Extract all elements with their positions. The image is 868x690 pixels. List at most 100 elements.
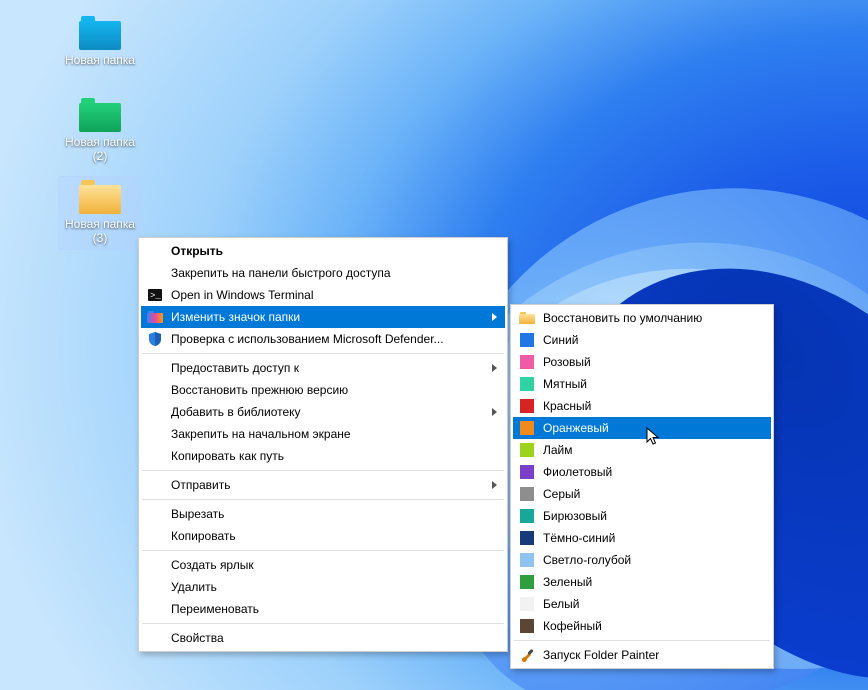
menu-separator (142, 499, 504, 500)
menu-item-label: Вырезать (171, 507, 224, 521)
color-swatch-icon (519, 442, 535, 458)
menu-item-label: Закрепить на панели быстрого доступа (171, 266, 391, 280)
menu-item[interactable]: Изменить значок папки (141, 306, 505, 328)
color-swatch-icon (519, 552, 535, 568)
menu-item[interactable]: Копировать (141, 525, 505, 547)
submenu-item[interactable]: Белый (513, 593, 771, 615)
menu-item[interactable]: >_ Open in Windows Terminal (141, 284, 505, 306)
menu-separator (142, 623, 504, 624)
desktop-folder-icon[interactable]: Новая папка (62, 16, 138, 68)
chevron-right-icon (492, 481, 497, 489)
menu-item[interactable]: Создать ярлык (141, 554, 505, 576)
color-swatch-icon (519, 354, 535, 370)
submenu-item-label: Зеленый (543, 575, 592, 589)
submenu-item[interactable]: Светло-голубой (513, 549, 771, 571)
menu-item-label: Отправить (171, 478, 231, 492)
menu-item-label: Закрепить на начальном экране (171, 427, 351, 441)
menu-separator (142, 550, 504, 551)
menu-item[interactable]: Добавить в библиотеку (141, 401, 505, 423)
color-swatch-icon (519, 508, 535, 524)
submenu-item-label: Запуск Folder Painter (543, 648, 659, 662)
folder-painter-icon (147, 309, 163, 325)
svg-text:>_: >_ (150, 291, 161, 301)
menu-item-label: Открыть (171, 244, 223, 258)
submenu-item-label: Бирюзовый (543, 509, 607, 523)
shield-icon (147, 331, 163, 347)
menu-item-label: Переименовать (171, 602, 259, 616)
submenu-item[interactable]: Тёмно-синий (513, 527, 771, 549)
menu-item[interactable]: Проверка с использованием Microsoft Defe… (141, 328, 505, 350)
menu-item-label: Изменить значок папки (171, 310, 300, 324)
menu-item-label: Open in Windows Terminal (171, 288, 314, 302)
submenu-item-label: Светло-голубой (543, 553, 631, 567)
menu-item[interactable]: Копировать как путь (141, 445, 505, 467)
menu-item[interactable]: Закрепить на начальном экране (141, 423, 505, 445)
menu-item-label: Копировать (171, 529, 236, 543)
menu-item[interactable]: Переименовать (141, 598, 505, 620)
menu-item-label: Свойства (171, 631, 224, 645)
submenu-item-label: Оранжевый (543, 421, 609, 435)
color-swatch-icon (519, 376, 535, 392)
menu-item[interactable]: Свойства (141, 627, 505, 649)
submenu-item-label: Белый (543, 597, 579, 611)
submenu-item-label: Мятный (543, 377, 587, 391)
submenu-item[interactable]: Восстановить по умолчанию (513, 307, 771, 329)
terminal-icon: >_ (147, 287, 163, 303)
chevron-right-icon (492, 364, 497, 372)
menu-item[interactable]: Закрепить на панели быстрого доступа (141, 262, 505, 284)
folder-icon (79, 180, 121, 214)
color-swatch-icon (519, 464, 535, 480)
menu-separator (142, 353, 504, 354)
submenu-item-label: Синий (543, 333, 578, 347)
submenu-item[interactable]: Зеленый (513, 571, 771, 593)
color-swatch-icon (519, 420, 535, 436)
submenu-item-label: Лайм (543, 443, 573, 457)
menu-item[interactable]: Предоставить доступ к (141, 357, 505, 379)
menu-item-label: Копировать как путь (171, 449, 284, 463)
submenu-item-label: Кофейный (543, 619, 602, 633)
menu-item-label: Удалить (171, 580, 217, 594)
submenu-item[interactable]: Кофейный (513, 615, 771, 637)
paint-brush-icon (519, 647, 535, 663)
submenu-item[interactable]: Фиолетовый (513, 461, 771, 483)
color-swatch-icon (519, 618, 535, 634)
submenu-item[interactable]: Лайм (513, 439, 771, 461)
chevron-right-icon (492, 408, 497, 416)
submenu-item[interactable]: Оранжевый (513, 417, 771, 439)
menu-item-label: Восстановить прежнюю версию (171, 383, 348, 397)
submenu-item[interactable]: Мятный (513, 373, 771, 395)
menu-item-label: Создать ярлык (171, 558, 254, 572)
color-swatch-icon (519, 398, 535, 414)
color-swatch-icon (519, 596, 535, 612)
submenu-item[interactable]: Розовый (513, 351, 771, 373)
menu-item[interactable]: Открыть (141, 240, 505, 262)
menu-item[interactable]: Вырезать (141, 503, 505, 525)
context-menu: Открыть Закрепить на панели быстрого дост… (138, 237, 508, 652)
menu-separator (142, 470, 504, 471)
color-swatch-icon (519, 530, 535, 546)
desktop-folder-icon[interactable]: Новая папка(2) (62, 98, 138, 164)
menu-separator (514, 640, 770, 641)
color-swatch-icon (519, 486, 535, 502)
color-swatch-icon (519, 574, 535, 590)
menu-item[interactable]: Удалить (141, 576, 505, 598)
menu-item-label: Проверка с использованием Microsoft Defe… (171, 332, 444, 346)
context-submenu-folder-colors: Восстановить по умолчанию Синий Розовый Мят… (510, 304, 774, 669)
menu-item-label: Добавить в библиотеку (171, 405, 301, 419)
desktop-icon-label: Новая папка(3) (62, 218, 138, 246)
desktop-folder-icon[interactable]: Новая папка(3) (62, 180, 138, 246)
color-swatch-icon (519, 332, 535, 348)
submenu-item[interactable]: Бирюзовый (513, 505, 771, 527)
submenu-item[interactable]: Серый (513, 483, 771, 505)
menu-item-label: Предоставить доступ к (171, 361, 299, 375)
submenu-item[interactable]: Красный (513, 395, 771, 417)
submenu-item[interactable]: Запуск Folder Painter (513, 644, 771, 666)
chevron-right-icon (492, 313, 497, 321)
menu-item[interactable]: Восстановить прежнюю версию (141, 379, 505, 401)
folder-icon (519, 310, 535, 326)
submenu-item-label: Красный (543, 399, 591, 413)
menu-item[interactable]: Отправить (141, 474, 505, 496)
submenu-item[interactable]: Синий (513, 329, 771, 351)
desktop-icon-label: Новая папка (62, 54, 138, 68)
submenu-item-label: Серый (543, 487, 580, 501)
